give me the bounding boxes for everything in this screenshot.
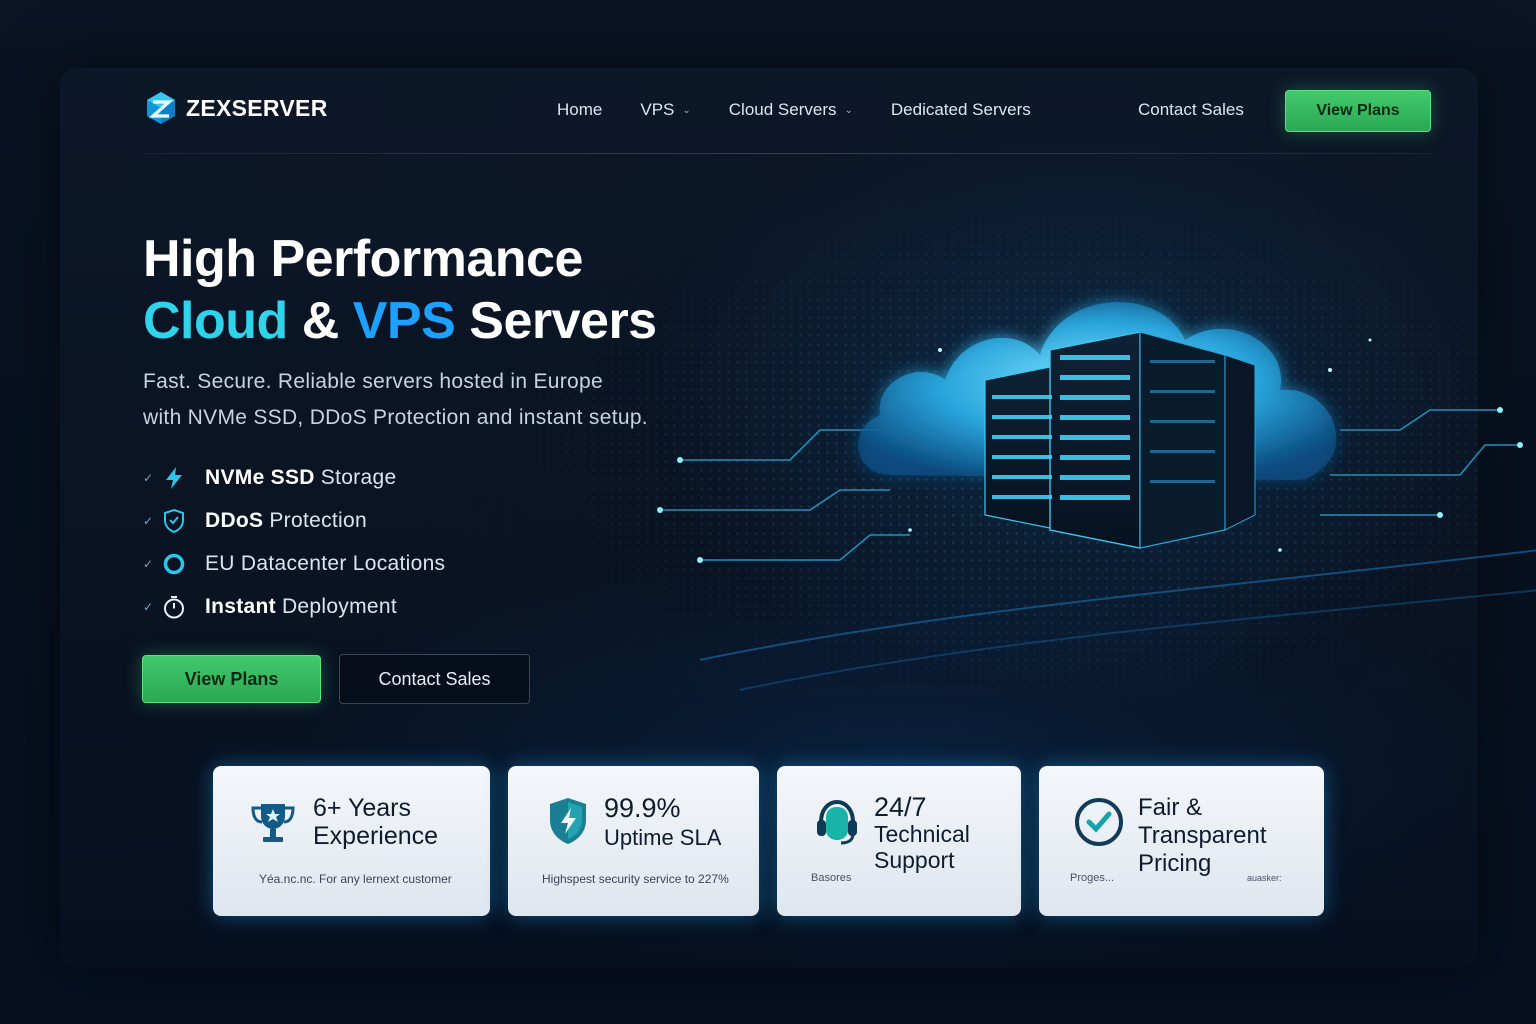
hero-subtitle: Fast. Secure. Reliable servers hosted in…	[143, 364, 703, 436]
shield-icon	[159, 506, 189, 536]
hero-subtitle-line1: Fast. Secure. Reliable servers hosted in…	[143, 370, 603, 393]
nav-contact-sales-link[interactable]: Contact Sales	[1138, 100, 1244, 120]
hero-title-amp: &	[287, 292, 353, 350]
feature-list: ✓ NVMe SSD Storage ✓ DDoS Protection ✓ EU …	[143, 456, 445, 628]
stat-title-line1: 24/7	[874, 792, 927, 822]
hero-title-cloud: Cloud	[143, 292, 288, 350]
stat-card-uptime: 99.9% Uptime SLA Highspest security serv…	[508, 766, 759, 916]
feature-bold: NVMe SSD	[205, 465, 315, 489]
stat-card-support: 24/7 Technical Support Basores	[777, 766, 1021, 916]
hero-view-plans-button[interactable]: View Plans	[142, 655, 321, 703]
bullet-check-icon: ✓	[143, 470, 154, 485]
feature-item-eu-datacenter: ✓ EU Datacenter Locations	[143, 542, 445, 585]
logo-cube-icon	[147, 92, 175, 124]
feature-text: Deployment	[281, 594, 397, 618]
feature-text: Storage	[320, 465, 397, 489]
chevron-down-icon: ⌄	[682, 104, 691, 116]
stat-title-line1: 6+ Years	[313, 794, 412, 822]
top-navigation: ZEXSERVER Home VPS ⌄ Cloud Servers ⌄ Dedic…	[0, 0, 1536, 156]
nav-link-dedicated-servers[interactable]: Dedicated Servers	[891, 100, 1031, 120]
nav-link-label: Cloud Servers	[728, 100, 837, 119]
cloud-server-illustration	[657, 302, 1536, 691]
check-circle-icon	[1075, 798, 1123, 846]
hero-subtitle-line2: with NVMe SSD, DDoS Protection and insta…	[143, 406, 648, 429]
stat-note: Proges...	[1070, 872, 1115, 884]
nav-link-cloud-servers[interactable]: Cloud Servers ⌄	[729, 100, 853, 120]
stat-note: Basores	[811, 872, 852, 884]
feature-item-instant: ✓ Instant Deployment	[143, 585, 445, 628]
nav-link-vps[interactable]: VPS ⌄	[640, 100, 690, 120]
stat-title-line1: 99.9%	[604, 793, 681, 823]
stat-card-pricing: Fair & Transparent Pricing Proges... aua…	[1039, 766, 1324, 916]
stopwatch-icon	[159, 592, 189, 622]
stat-title-line3: Support	[874, 847, 955, 873]
stat-note: Highspest security service to 227%	[542, 872, 729, 886]
stat-title: 6+ Years Experience	[313, 794, 438, 850]
feature-item-nvme: ✓ NVMe SSD Storage	[143, 456, 445, 499]
hero-contact-sales-button[interactable]: Contact Sales	[339, 654, 530, 704]
headset-icon	[817, 799, 857, 845]
nav-divider	[144, 153, 1430, 154]
brand-name: ZEXSERVER	[186, 94, 328, 121]
stat-title: Fair & Transparent Pricing	[1138, 794, 1267, 878]
bullet-check-icon: ✓	[143, 599, 154, 614]
chevron-down-icon: ⌄	[844, 104, 853, 116]
shield-lightning-icon	[550, 798, 586, 844]
bullet-check-icon: ✓	[143, 513, 154, 528]
stat-note: Yéa.nc.nc. For any lernext customer	[259, 872, 452, 886]
nav-links: Home VPS ⌄ Cloud Servers ⌄ Dedicated Serve…	[557, 100, 1069, 120]
feature-text: Protection	[269, 508, 367, 532]
nav-link-label: VPS	[640, 100, 675, 119]
stat-title: 99.9% Uptime SLA	[604, 794, 721, 852]
lightning-icon	[159, 463, 189, 493]
trophy-icon	[251, 804, 295, 842]
ring-icon	[159, 549, 189, 579]
stat-title-line2: Uptime SLA	[604, 825, 722, 850]
feature-bold: DDoS	[205, 508, 264, 532]
hero-title-line1: High Performance	[143, 230, 583, 288]
stat-title-line2: Technical	[874, 821, 970, 847]
hero-title: High Performance Cloud & VPS Servers	[143, 228, 657, 352]
nav-link-home[interactable]: Home	[557, 100, 602, 120]
hero-title-servers: Servers	[455, 292, 657, 350]
bullet-check-icon: ✓	[143, 556, 154, 571]
stat-title-line2: Experience	[313, 822, 439, 850]
stat-title-line1: Fair &	[1138, 794, 1203, 821]
feature-item-ddos: ✓ DDoS Protection	[143, 499, 445, 542]
stat-title-line2: Transparent	[1138, 822, 1267, 849]
hero-title-vps: VPS	[352, 292, 456, 350]
stat-title: 24/7 Technical Support	[874, 792, 970, 874]
stat-note-right: auasker:	[1247, 873, 1282, 883]
nav-view-plans-button[interactable]: View Plans	[1285, 90, 1431, 132]
brand-logo[interactable]: ZEXSERVER	[144, 90, 328, 126]
nav-link-label: Dedicated Servers	[890, 100, 1031, 119]
nav-link-label: Home	[557, 100, 603, 119]
feature-text: EU Datacenter Locations	[205, 551, 446, 575]
stat-title-line3: Pricing	[1138, 850, 1212, 877]
feature-bold: Instant	[205, 594, 276, 618]
stat-card-experience: 6+ Years Experience Yéa.nc.nc. For any l…	[213, 766, 490, 916]
